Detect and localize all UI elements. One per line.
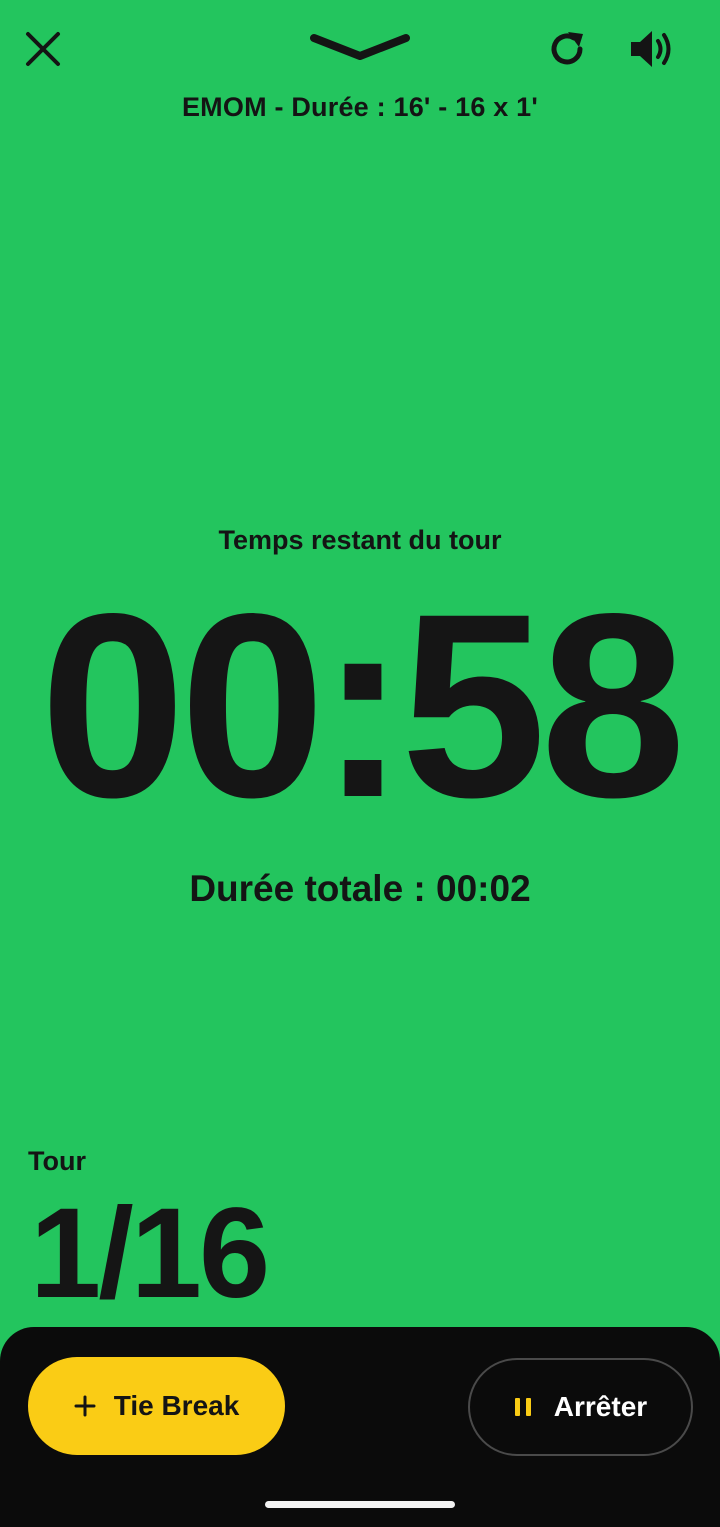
tie-break-label: Tie Break: [113, 1390, 240, 1421]
collapse-button[interactable]: [300, 24, 420, 70]
pause-icon: [514, 1398, 531, 1416]
sound-button[interactable]: [624, 22, 678, 76]
round-label: Tour: [28, 1146, 86, 1176]
bottom-action-bar: Tie Break Arrêter: [0, 1327, 720, 1527]
home-indicator[interactable]: [265, 1501, 455, 1508]
round-remaining-label: Temps restant du tour: [218, 525, 502, 555]
workout-subtitle: EMOM - Durée : 16' - 16 x 1': [181, 92, 539, 122]
total-duration: Durée totale : 00:02: [189, 868, 531, 909]
refresh-icon: [551, 32, 583, 65]
close-button[interactable]: [18, 24, 68, 74]
round-timer: 00:58: [39, 559, 686, 852]
chevron-down-icon: [310, 34, 410, 60]
restart-button[interactable]: [540, 22, 594, 76]
close-icon: [26, 32, 60, 66]
timer-screen: EMOM - Durée : 16' - 16 x 1' Temps resta…: [0, 0, 720, 1527]
volume-icon: [631, 31, 671, 67]
plus-icon: [74, 1395, 96, 1417]
tie-break-button[interactable]: Tie Break: [28, 1357, 285, 1455]
stop-label: Arrêter: [553, 1391, 648, 1422]
round-counter: 1/16: [30, 1182, 270, 1325]
stop-button[interactable]: Arrêter: [468, 1358, 693, 1456]
